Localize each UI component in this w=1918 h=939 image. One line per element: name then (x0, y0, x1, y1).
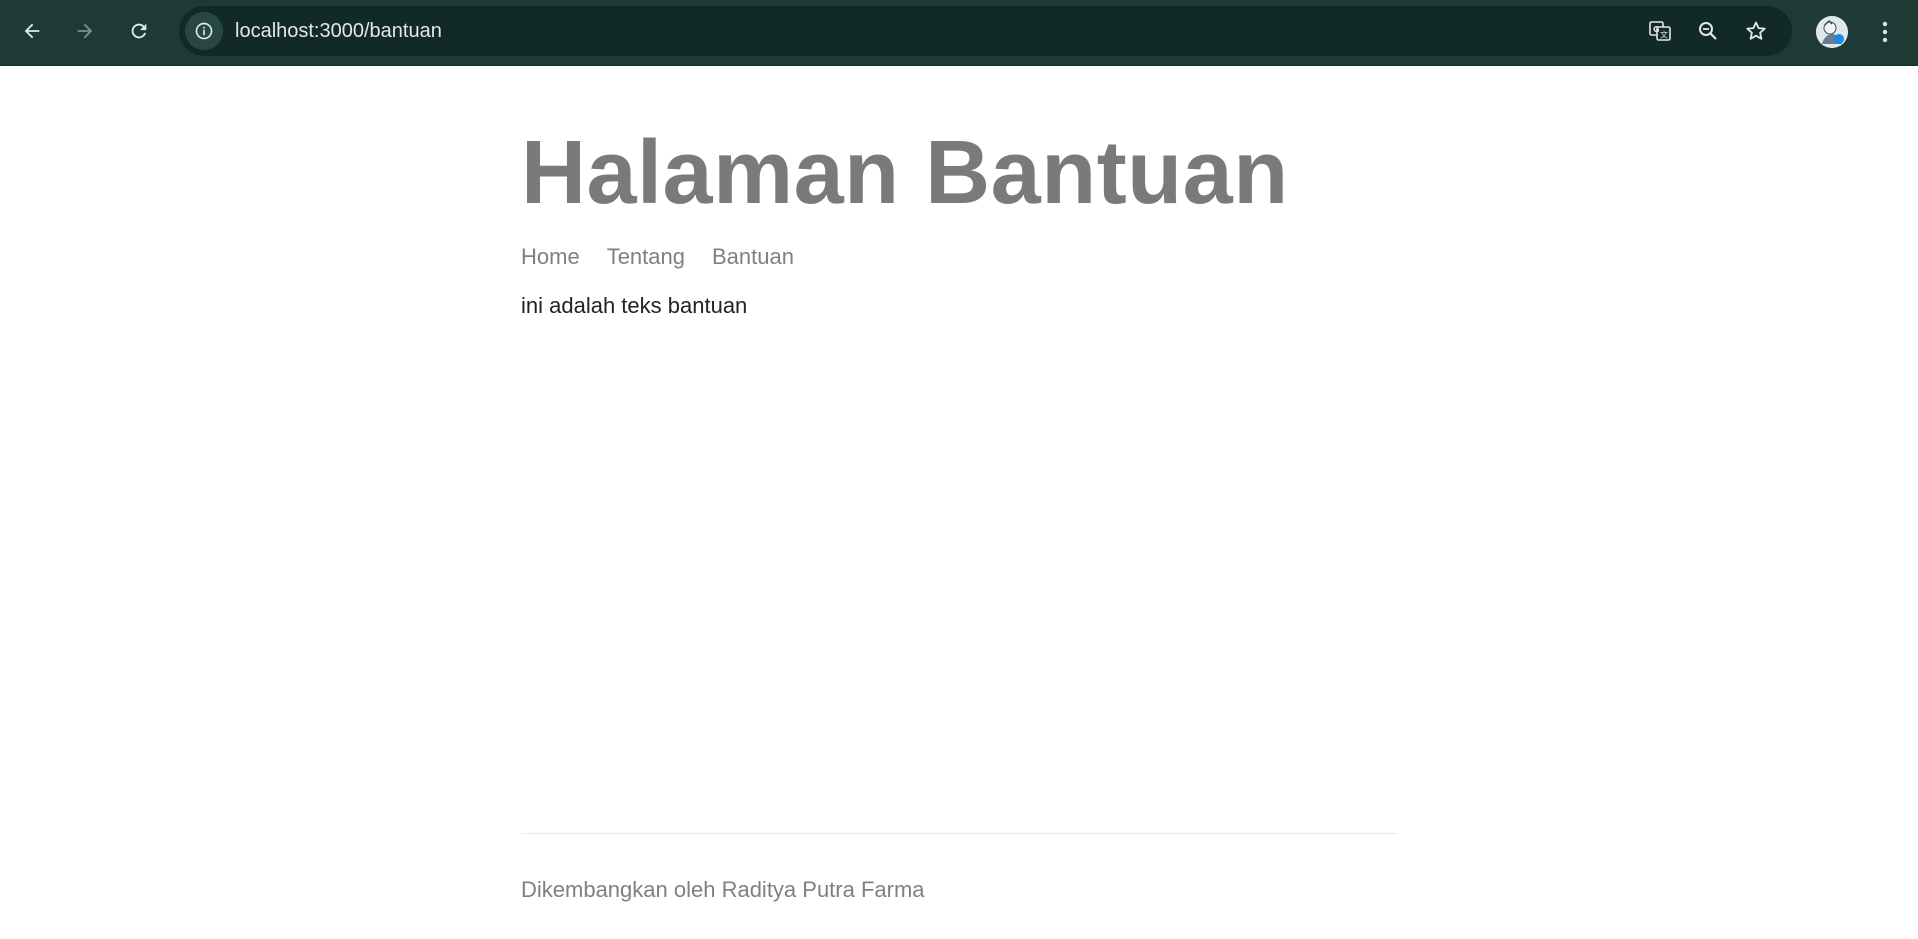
page-title: Halaman Bantuan (521, 123, 1289, 223)
page-content: Halaman Bantuan Home Tentang Bantuan ini… (521, 66, 1398, 939)
nav-link-tentang[interactable]: Tentang (607, 244, 685, 270)
back-button[interactable] (12, 11, 52, 51)
info-icon (195, 22, 213, 40)
zoom-out-icon (1699, 22, 1717, 40)
reload-icon (131, 23, 147, 39)
address-bar[interactable]: localhost:3000/bantuan G 文 (179, 6, 1792, 56)
footer-text: Dikembangkan oleh Raditya Putra Farma (521, 877, 925, 902)
site-info-button[interactable] (185, 12, 223, 50)
nav-link-home[interactable]: Home (521, 244, 580, 270)
browser-toolbar: localhost:3000/bantuan G 文 (0, 0, 1918, 66)
main-nav: Home Tentang Bantuan (521, 244, 794, 270)
bookmark-button[interactable] (1741, 16, 1771, 46)
browser-menu-button[interactable] (1870, 15, 1900, 49)
zoom-button[interactable] (1693, 16, 1723, 46)
star-icon (1746, 21, 1766, 40)
arrow-right-icon (77, 23, 93, 39)
reload-button[interactable] (119, 11, 159, 51)
profile-avatar-icon (1816, 16, 1848, 48)
translate-icon: G 文 (1649, 21, 1671, 41)
svg-text:G: G (1653, 25, 1660, 34)
help-text: ini adalah teks bantuan (521, 293, 748, 318)
avatar[interactable] (1816, 16, 1848, 48)
forward-button[interactable] (65, 11, 105, 51)
footer-divider (521, 833, 1398, 834)
kebab-menu-icon (1882, 21, 1888, 43)
nav-link-bantuan[interactable]: Bantuan (712, 244, 794, 270)
svg-text:文: 文 (1660, 30, 1668, 40)
arrow-left-icon (24, 23, 40, 39)
url-text[interactable]: localhost:3000/bantuan (235, 6, 442, 56)
translate-button[interactable]: G 文 (1645, 16, 1675, 46)
